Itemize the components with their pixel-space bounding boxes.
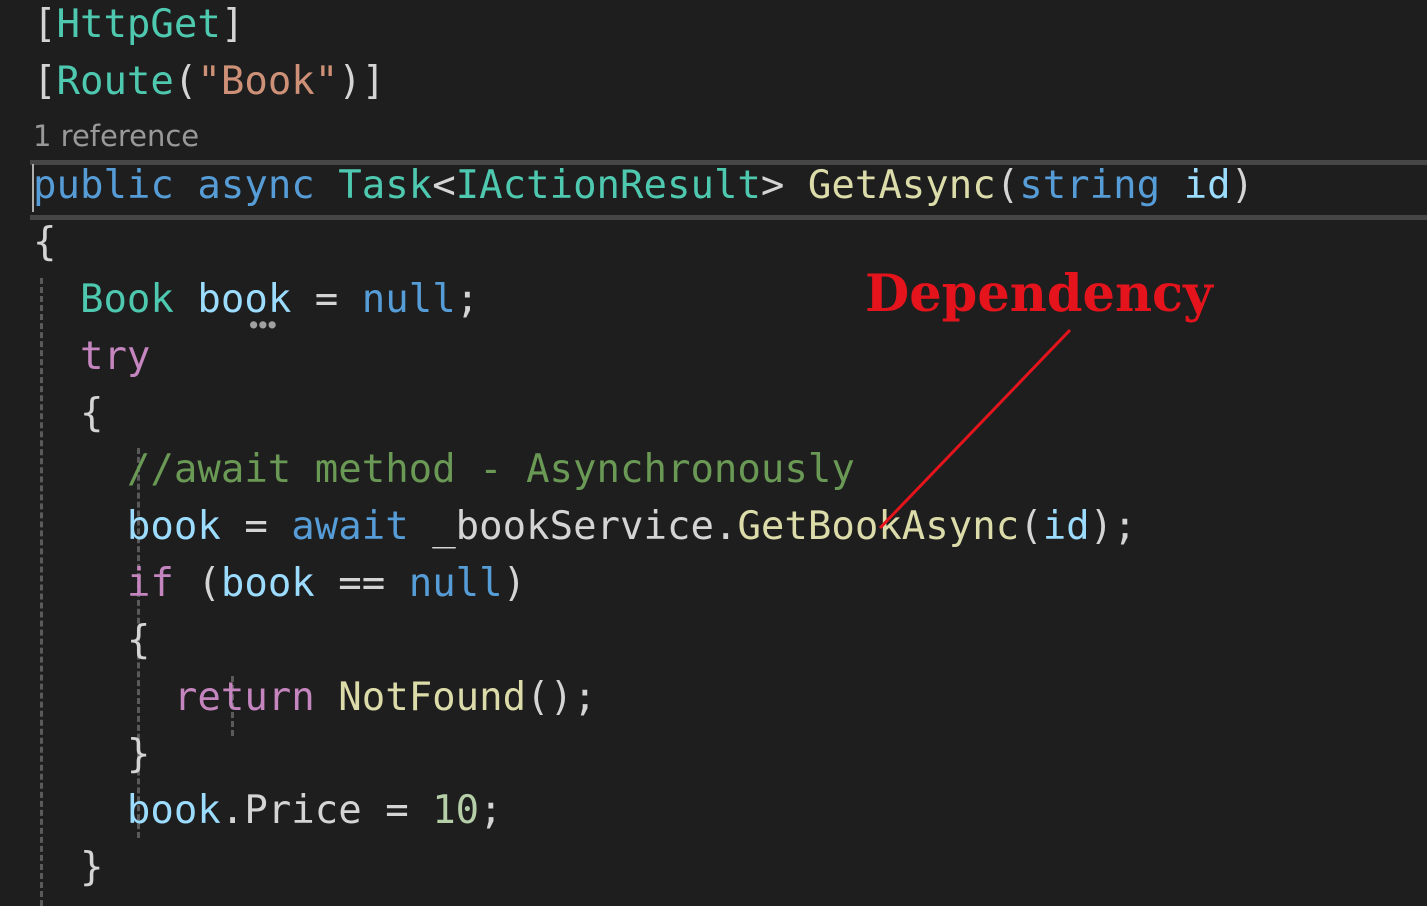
- semicolon-token: ;: [573, 675, 597, 720]
- suggestion-dots-icon: ●●●: [250, 317, 278, 331]
- semicolon-token: ;: [455, 277, 480, 322]
- code-line-try-open-brace[interactable]: {: [33, 389, 103, 439]
- code-editor[interactable]: [HttpGet] [Route("Book")] 1 reference pu…: [0, 0, 1427, 906]
- number-literal: 10: [432, 788, 480, 833]
- paren-token: (: [173, 59, 198, 104]
- brace-token: {: [33, 220, 57, 265]
- brace-token: }: [126, 732, 151, 777]
- dependency-annotation-label: Dependency: [865, 264, 1213, 324]
- type-book: Book: [79, 277, 174, 322]
- attribute-httpget: HttpGet: [56, 2, 221, 47]
- paren-token: ): [1230, 163, 1255, 208]
- type-task: Task: [338, 163, 433, 208]
- keyword-async: async: [197, 163, 315, 208]
- paren-token: ): [1089, 504, 1114, 549]
- bracket-token: ]: [361, 59, 386, 104]
- variable-book: book: [220, 561, 315, 606]
- code-line-try-close-brace[interactable]: }: [33, 843, 103, 893]
- code-comment: //await method - Asynchronously: [126, 447, 855, 492]
- keyword-if: if: [126, 561, 174, 606]
- parameter-id: id: [1042, 504, 1090, 549]
- brace-token: {: [79, 391, 104, 436]
- keyword-await: await: [291, 504, 409, 549]
- string-literal: "Book": [197, 59, 339, 104]
- semicolon-token: ;: [479, 788, 503, 833]
- paren-token: (: [1019, 504, 1043, 549]
- semicolon-token: ;: [1113, 504, 1137, 549]
- code-line-try[interactable]: try: [33, 332, 150, 382]
- annotation-arrow-line: [878, 328, 1072, 530]
- code-line-price[interactable]: book.Price = 10;: [33, 786, 503, 836]
- brace-token: {: [126, 618, 151, 663]
- method-getbookasync: GetBookAsync: [737, 504, 1020, 549]
- keyword-public: public: [33, 163, 174, 208]
- attribute-route: Route: [56, 59, 174, 104]
- operator-assign: =: [244, 504, 268, 549]
- bracket-token: [: [33, 2, 57, 47]
- keyword-null: null: [408, 561, 503, 606]
- code-line-httpget[interactable]: [HttpGet]: [33, 0, 244, 50]
- code-line-route[interactable]: [Route("Book")]: [33, 57, 385, 107]
- angle-token: <: [432, 163, 456, 208]
- variable-book: book: [126, 788, 221, 833]
- paren-token: ): [338, 59, 362, 104]
- paren-token: (: [197, 561, 221, 606]
- keyword-return: return: [173, 675, 315, 720]
- code-line-if-open-brace[interactable]: {: [33, 616, 150, 666]
- paren-token: ): [502, 561, 527, 606]
- keyword-try: try: [79, 334, 151, 379]
- paren-token: (: [995, 163, 1020, 208]
- method-name: GetAsync: [807, 163, 996, 208]
- keyword-null: null: [361, 277, 456, 322]
- variable-book: book: [126, 504, 221, 549]
- field-bookservice: _bookService: [432, 504, 714, 549]
- bracket-token: ]: [220, 2, 245, 47]
- code-line-if-close-brace[interactable]: }: [33, 730, 150, 780]
- angle-token: >: [760, 163, 785, 208]
- keyword-string: string: [1019, 163, 1161, 208]
- brace-token: }: [79, 845, 104, 890]
- code-line-method-signature[interactable]: public async Task<IActionResult> GetAsyn…: [33, 161, 1254, 211]
- codelens-references[interactable]: 1 reference: [33, 117, 199, 155]
- variable-book: book: [197, 277, 292, 322]
- dot-token: .: [713, 504, 738, 549]
- code-line-await-call[interactable]: book = await _bookService.GetBookAsync(i…: [33, 502, 1137, 552]
- method-notfound: NotFound: [338, 675, 527, 720]
- operator-assign: =: [385, 788, 409, 833]
- code-line-if[interactable]: if (book == null): [33, 559, 526, 609]
- code-line-return[interactable]: return NotFound();: [33, 673, 597, 723]
- operator-equals: ==: [338, 561, 386, 606]
- code-line-open-brace[interactable]: {: [33, 218, 56, 268]
- code-line-comment[interactable]: //await method - Asynchronously: [33, 445, 855, 495]
- dot-token: .: [220, 788, 245, 833]
- bracket-token: [: [33, 59, 57, 104]
- paren-token: (): [526, 675, 574, 720]
- parameter-id: id: [1183, 163, 1231, 208]
- type-iactionresult: IActionResult: [455, 163, 761, 208]
- property-price: Price: [244, 788, 362, 833]
- operator-assign: =: [314, 277, 339, 322]
